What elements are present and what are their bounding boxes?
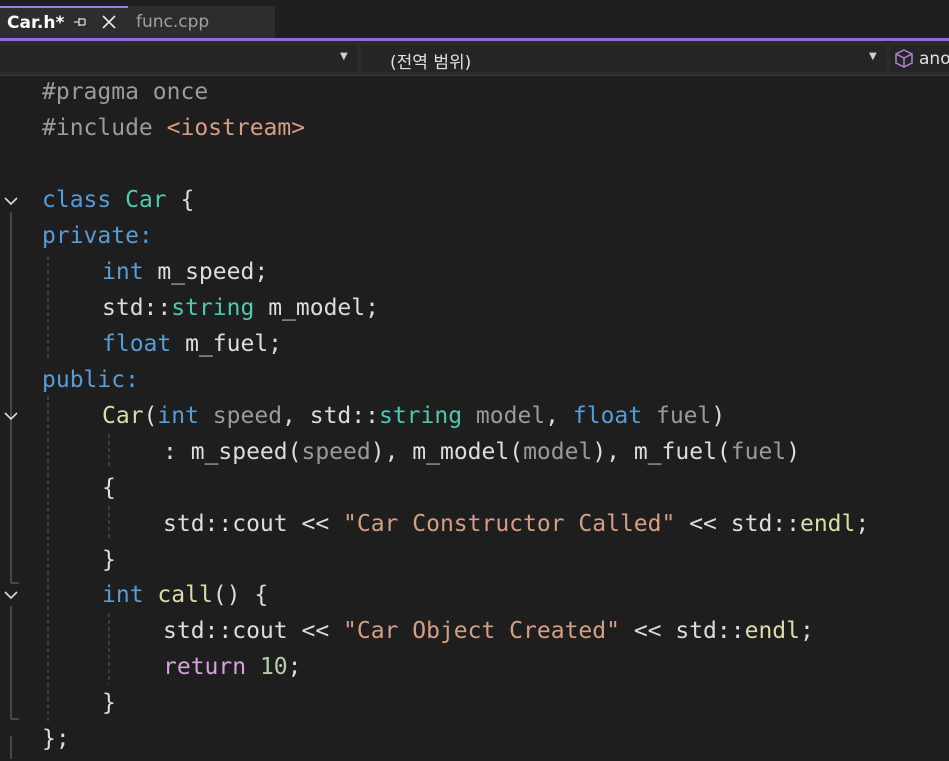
member-label: ano [919, 49, 949, 69]
token: <iostream> [152, 115, 306, 141]
token: std::cout << [163, 511, 344, 537]
code-line-10: Car(int speed, std::string model, float … [102, 398, 725, 434]
token: , [545, 403, 573, 429]
code-line-17: return 10; [163, 649, 302, 685]
token: endl [744, 618, 800, 644]
token: ), m_fuel( [592, 439, 731, 465]
chevron-down-icon[interactable] [3, 195, 19, 207]
token: int [102, 259, 144, 285]
token: ; [855, 511, 870, 537]
token: private: [42, 223, 153, 249]
token: endl [799, 511, 856, 537]
token: () { [212, 582, 269, 608]
scope-label: (전역 범위) [390, 53, 472, 73]
code-line-9: public: [42, 362, 139, 398]
code-line-12: { [102, 470, 116, 506]
token: public: [42, 367, 139, 393]
code-line-4: class Car { [42, 182, 194, 218]
cube-icon [895, 49, 913, 72]
code-line-8: float m_fuel; [102, 326, 282, 362]
code-line-16: std::cout << "Car Object Created" << std… [163, 613, 814, 649]
token: string [378, 403, 463, 429]
navigation-bar: ▼ (전역 범위) ▼ ano [0, 41, 949, 76]
tab-label: func.cpp [136, 12, 210, 32]
token: speed [301, 439, 371, 465]
chevron-down-icon[interactable] [3, 589, 19, 601]
token: << std:: [619, 618, 745, 644]
token: ( [143, 403, 158, 429]
token: Car [102, 403, 144, 429]
token: { [102, 475, 116, 501]
token: m_speed; [143, 259, 269, 285]
token: speed [198, 403, 283, 429]
code-line-2: #include <iostream> [42, 110, 305, 146]
token: fuel [730, 439, 787, 465]
token: "Car Constructor Called" [343, 511, 676, 537]
token: ) [786, 439, 801, 465]
token: class [42, 187, 112, 213]
token: m_model; [254, 295, 379, 321]
token: std:: [102, 295, 172, 321]
token: ; [799, 618, 814, 644]
document-tab-bar: Car.h* func.cpp [0, 0, 949, 38]
token: once [138, 79, 209, 105]
code-editor[interactable]: #pragma once #include <iostream> class C… [0, 76, 949, 761]
code-line-5: private: [42, 218, 153, 254]
token: Car [125, 187, 167, 213]
close-icon[interactable] [101, 10, 117, 35]
chevron-down-icon[interactable] [3, 410, 19, 422]
chevron-down-icon: ▼ [869, 51, 877, 62]
project-dropdown[interactable]: ▼ [0, 45, 357, 72]
tab-func-cpp[interactable]: func.cpp [128, 6, 275, 38]
token: << std:: [675, 511, 800, 537]
code-line-19: }; [42, 721, 70, 757]
code-line-11: : m_speed(speed), m_model(model), m_fuel… [163, 434, 800, 470]
token: : m_speed( [163, 439, 302, 465]
code-line-18: } [102, 685, 116, 721]
token: { [166, 187, 195, 213]
token: 10 [259, 654, 288, 680]
token: call [157, 582, 213, 608]
code-line-15: int call() { [102, 577, 268, 613]
token: float [572, 403, 643, 429]
member-dropdown[interactable]: ano [890, 45, 949, 72]
token: fuel [642, 403, 712, 429]
tab-car-h[interactable]: Car.h* [0, 6, 128, 38]
token: } [102, 547, 116, 573]
token: return [163, 654, 247, 680]
token: std::cout << [163, 618, 344, 644]
scope-dropdown[interactable]: (전역 범위) ▼ [361, 45, 886, 73]
token: #include [42, 115, 153, 141]
chevron-down-icon: ▼ [340, 51, 348, 62]
token: ) [711, 403, 726, 429]
token: m_fuel; [171, 331, 283, 357]
pin-icon[interactable] [73, 14, 87, 32]
token: ), m_model( [370, 439, 524, 465]
token: model [523, 439, 593, 465]
token: , std:: [282, 403, 379, 429]
tab-label: Car.h* [7, 13, 65, 33]
code-line-6: int m_speed; [102, 254, 268, 290]
token: int [102, 582, 144, 608]
token: float [102, 331, 172, 357]
token: }; [42, 726, 70, 752]
token: int [157, 403, 199, 429]
token: "Car Object Created" [343, 618, 620, 644]
token: model [462, 403, 546, 429]
token: #pragma [42, 79, 139, 105]
code-line-1: #pragma once [42, 74, 208, 110]
code-line-14: } [102, 542, 116, 578]
code-line-13: std::cout << "Car Constructor Called" <<… [163, 506, 869, 542]
code-line-7: std::string m_model; [102, 290, 379, 326]
token: ; [287, 654, 302, 680]
token: } [102, 690, 116, 716]
token: string [171, 295, 255, 321]
